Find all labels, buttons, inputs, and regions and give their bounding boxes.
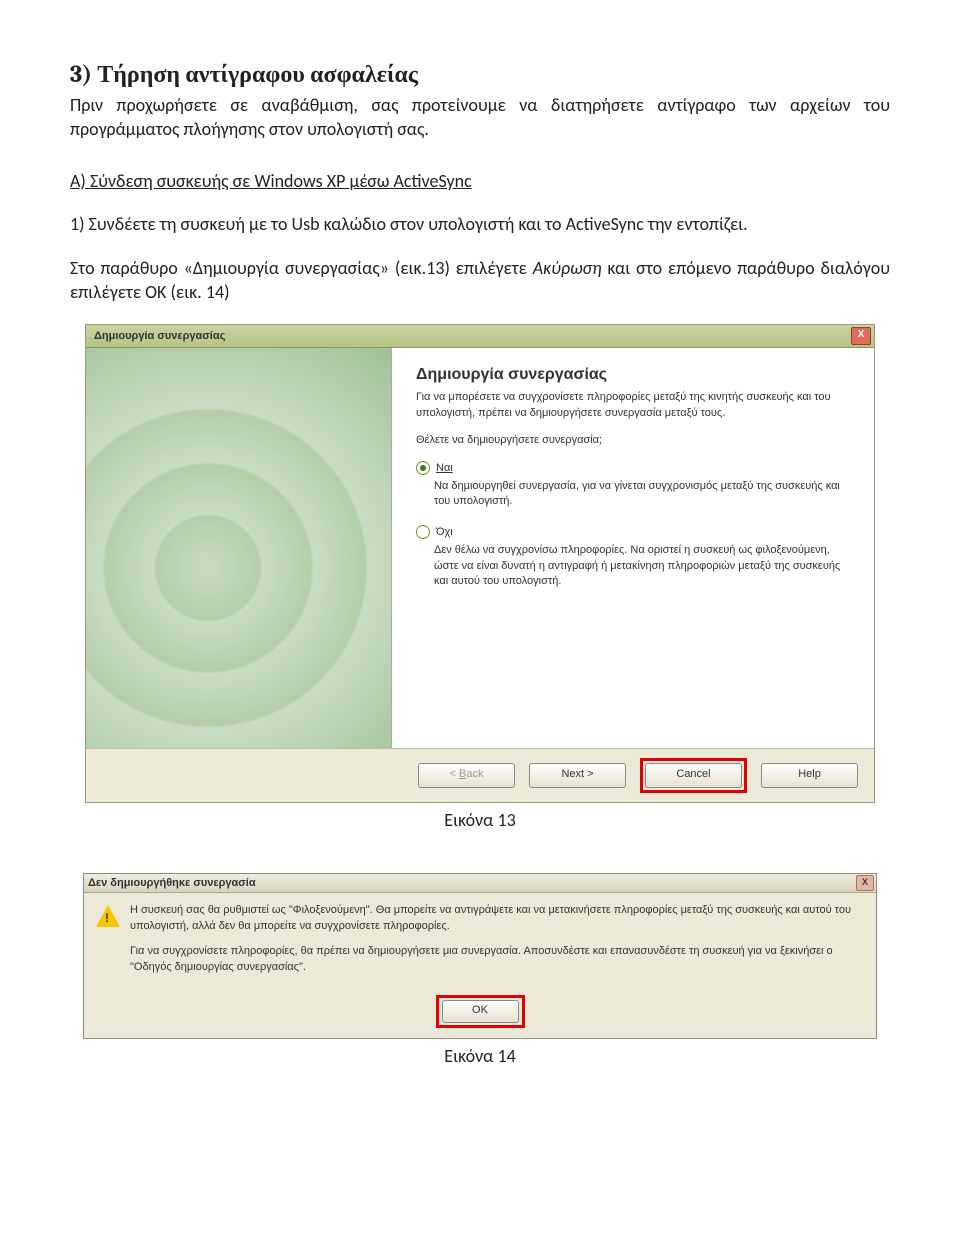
radio-icon: [416, 525, 430, 539]
dialog-question: Θέλετε να δημιουργήσετε συνεργασία;: [416, 433, 850, 448]
dialog2-footer: OK: [84, 995, 876, 1038]
radio-no-description: Δεν θέλω να συγχρονίσω πληροφορίες. Να ο…: [434, 543, 850, 589]
dialog2-titlebar: Δεν δημιουργήθηκε συνεργασία X: [84, 874, 876, 893]
dialog-body: Δημιουργία συνεργασίας Για να μπορέσετε …: [86, 348, 874, 748]
ok-button-highlight: OK: [436, 995, 525, 1028]
dialog2-body: Η συσκευή σας θα ρυθμιστεί ως "Φιλοξενού…: [84, 893, 876, 995]
dialog2-title-text: Δεν δημιουργήθηκε συνεργασία: [88, 877, 256, 889]
text-fragment: Στο παράθυρο «Δημιουργία συνεργασίας» (ε…: [70, 257, 533, 279]
radio-yes-description: Να δημιουργηθεί συνεργασία, για να γίνετ…: [434, 479, 850, 510]
dialog-no-partnership: Δεν δημιουργήθηκε συνεργασία X Η συσκευή…: [83, 873, 877, 1039]
dialog-title-text: Δημιουργία συνεργασίας: [94, 330, 225, 342]
dialog-heading: Δημιουργία συνεργασίας: [416, 366, 850, 384]
radio-no-label: Όχι: [436, 526, 453, 538]
radio-no[interactable]: Όχι: [416, 525, 850, 539]
figure-caption-14: Εικόνα 14: [70, 1045, 890, 1067]
close-icon[interactable]: X: [851, 327, 871, 345]
radio-icon: [416, 461, 430, 475]
close-icon[interactable]: X: [856, 875, 874, 891]
back-button: < Back: [418, 763, 515, 788]
warning-icon: [96, 905, 120, 927]
radio-yes-label: Ναι: [436, 462, 453, 474]
figure-caption-13: Εικόνα 13: [70, 809, 890, 831]
paragraph-step1: 1) Συνδέετε τη συσκευή με το Usb καλώδιο…: [70, 212, 890, 236]
dialog-footer: < Back Next > Cancel Help: [86, 748, 874, 802]
dialog-content: Δημιουργία συνεργασίας Για να μπορέσετε …: [392, 348, 874, 748]
dialog-sidebar-image: [86, 348, 392, 748]
dialog-description: Για να μπορέσετε να συγχρονίσετε πληροφο…: [416, 390, 850, 421]
section-heading: 3) Τήρηση αντίγραφου ασφαλείας: [70, 60, 890, 89]
dialog-create-partnership: Δημιουργία συνεργασίας X Δημιουργία συνε…: [85, 324, 875, 803]
cancel-button-highlight: Cancel: [640, 758, 747, 793]
next-button[interactable]: Next >: [529, 763, 626, 788]
cancel-button[interactable]: Cancel: [645, 763, 742, 788]
dialog2-text: Η συσκευή σας θα ρυθμιστεί ως "Φιλοξενού…: [130, 903, 864, 985]
radio-yes[interactable]: Ναι: [416, 461, 850, 475]
paragraph-step2: Στο παράθυρο «Δημιουργία συνεργασίας» (ε…: [70, 256, 890, 305]
ok-button[interactable]: OK: [442, 1000, 519, 1023]
subsection-heading: Α) Σύνδεση συσκευής σε Windows XP μέσω A…: [70, 170, 890, 192]
dialog2-paragraph-2: Για να συγχρονίσετε πληροφορίες, θα πρέπ…: [130, 944, 864, 975]
dialog-titlebar: Δημιουργία συνεργασίας X: [86, 325, 874, 348]
text-cancel-italic: Ακύρωση: [533, 257, 602, 279]
paragraph-intro: Πριν προχωρήσετε σε αναβάθμιση, σας προτ…: [70, 93, 890, 142]
dialog2-paragraph-1: Η συσκευή σας θα ρυθμιστεί ως "Φιλοξενού…: [130, 903, 864, 934]
help-button[interactable]: Help: [761, 763, 858, 788]
